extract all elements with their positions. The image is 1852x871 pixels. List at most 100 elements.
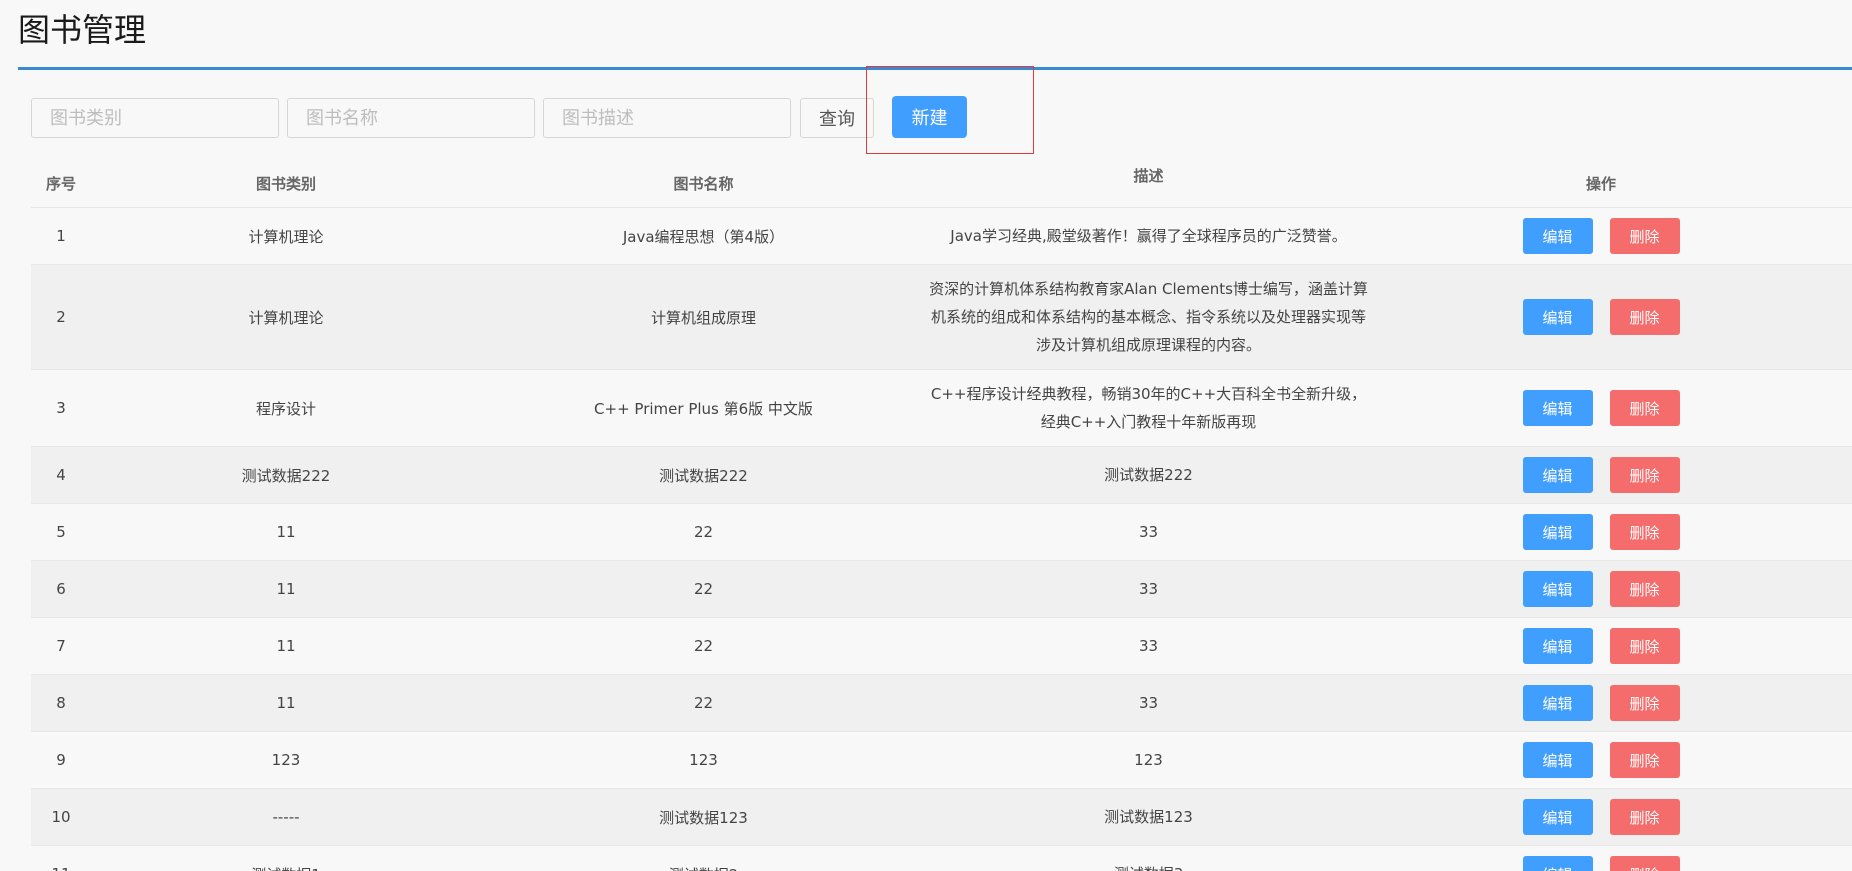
row-index: 10 [51, 808, 71, 826]
row-name: 22 [693, 694, 714, 712]
header-description: 描述 [1133, 167, 1164, 185]
row-actions: 编辑删除 [1371, 675, 1831, 731]
row-description: 测试数据123 [1104, 808, 1193, 826]
row-actions: 编辑删除 [1371, 732, 1831, 788]
edit-button[interactable]: 编辑 [1522, 457, 1593, 493]
delete-button[interactable]: 删除 [1609, 628, 1680, 664]
delete-button[interactable]: 删除 [1609, 856, 1680, 871]
row-description: 测试数据3 [926, 846, 1371, 871]
row-category: 测试数据222 [241, 466, 331, 485]
category-filter-input[interactable] [31, 98, 279, 138]
edit-button[interactable]: 编辑 [1522, 685, 1593, 721]
table-row: 5 11 22 33 编辑 删除 [31, 504, 1852, 561]
row-actions: 编辑删除 [1371, 370, 1831, 446]
edit-button[interactable]: 编辑 [1522, 514, 1593, 550]
row-category: 程序设计 [255, 399, 316, 418]
row-description: 33 [1138, 523, 1159, 541]
delete-button[interactable]: 删除 [1609, 514, 1680, 550]
row-description: 33 [1138, 694, 1159, 712]
row-actions: 编辑删除 [1371, 618, 1831, 674]
row-description: 123 [1134, 751, 1163, 769]
row-name: 123 [689, 751, 718, 769]
header-name: 图书名称 [673, 175, 734, 193]
header-actions: 操作 [1585, 175, 1616, 193]
delete-button[interactable]: 删除 [1609, 742, 1680, 778]
edit-button[interactable]: 编辑 [1522, 742, 1593, 778]
row-index: 7 [56, 637, 66, 655]
row-description: 资深的计算机体系结构教育家Alan Clements博士编写，涵盖计算机系统的组… [929, 280, 1368, 354]
header-category: 图书类别 [255, 175, 316, 193]
row-description: Java学习经典,殿堂级著作！赢得了全球程序员的广泛赞誉。 [950, 227, 1347, 245]
table-row: 8 11 22 33 编辑 删除 [31, 675, 1852, 732]
row-name: C++ Primer Plus 第6版 中文版 [594, 399, 813, 418]
edit-button[interactable]: 编辑 [1522, 856, 1593, 871]
row-name: 测试数据2 [481, 846, 926, 871]
row-actions: 编辑删除 [1371, 561, 1831, 617]
row-actions: 编辑删除 [1371, 789, 1831, 845]
row-index: 9 [56, 751, 66, 769]
query-button[interactable]: 查询 [800, 98, 874, 138]
table-row: 11测试数据1测试数据2测试数据3 编辑 删除 [31, 846, 1852, 871]
edit-button[interactable]: 编辑 [1522, 799, 1593, 835]
row-name: 计算机组成原理 [650, 308, 756, 327]
book-table: 序号 图书类别 图书名称 描述 操作 1 计算机理论 Java编程思想（第4版） Ja… [31, 162, 1852, 871]
row-name: 测试数据123 [659, 808, 748, 827]
row-category: 测试数据1 [91, 846, 481, 871]
row-actions: 编辑删除 [1371, 265, 1831, 369]
delete-button[interactable]: 删除 [1609, 571, 1680, 607]
table-row: 1 计算机理论 Java编程思想（第4版） Java学习经典,殿堂级著作！赢得了全球程… [31, 208, 1852, 265]
row-category: 123 [271, 751, 301, 769]
edit-button[interactable]: 编辑 [1522, 628, 1593, 664]
delete-button[interactable]: 删除 [1609, 218, 1680, 254]
table-row: 9 123 123 123 编辑 删除 [31, 732, 1852, 789]
title-divider [18, 67, 1852, 70]
row-category: 计算机理论 [248, 227, 324, 246]
row-category: 11 [276, 580, 296, 598]
row-name: 22 [693, 637, 714, 655]
header-index: 序号 [45, 175, 76, 193]
name-filter-input[interactable] [287, 98, 535, 138]
edit-button[interactable]: 编辑 [1522, 390, 1593, 426]
table-row: 2 计算机理论 计算机组成原理 资深的计算机体系结构教育家Alan Clements博… [31, 265, 1852, 370]
table-row: 10 ----- 测试数据123 测试数据123 编辑 删除 [31, 789, 1852, 846]
new-book-button[interactable]: 新建 [892, 96, 967, 138]
delete-button[interactable]: 删除 [1609, 685, 1680, 721]
table-body: 1 计算机理论 Java编程思想（第4版） Java学习经典,殿堂级著作！赢得了全球程… [31, 208, 1852, 871]
row-category: 计算机理论 [248, 308, 324, 327]
row-index: 11 [31, 846, 91, 871]
edit-button[interactable]: 编辑 [1522, 299, 1593, 335]
book-management-page: 图书管理 查询 新建 序号 图书类别 图书名称 描述 操作 1 计算机理论 Java… [0, 0, 1852, 871]
row-name: 22 [693, 523, 714, 541]
row-index: 5 [56, 523, 66, 541]
row-description: 33 [1138, 637, 1159, 655]
row-category: 11 [276, 694, 296, 712]
row-category: 11 [276, 523, 296, 541]
delete-button[interactable]: 删除 [1609, 457, 1680, 493]
row-category: ----- [272, 808, 300, 826]
row-name: 测试数据222 [659, 466, 748, 485]
table-header: 序号 图书类别 图书名称 描述 操作 [31, 162, 1852, 208]
delete-button[interactable]: 删除 [1609, 299, 1680, 335]
description-filter-input[interactable] [543, 98, 791, 138]
table-row: 6 11 22 33 编辑 删除 [31, 561, 1852, 618]
delete-button[interactable]: 删除 [1609, 799, 1680, 835]
table-row: 7 11 22 33 编辑 删除 [31, 618, 1852, 675]
row-description: 测试数据222 [1104, 466, 1193, 484]
table-row: 4 测试数据222 测试数据222 测试数据222 编辑 删除 [31, 447, 1852, 504]
row-actions: 编辑 删除 [1371, 846, 1831, 871]
row-description: C++程序设计经典教程，畅销30年的C++大百科全书全新升级，经典C++入门教程… [930, 385, 1367, 431]
row-index: 8 [56, 694, 66, 712]
row-index: 1 [56, 227, 66, 245]
row-actions: 编辑删除 [1371, 208, 1831, 264]
row-description: 33 [1138, 580, 1159, 598]
delete-button[interactable]: 删除 [1609, 390, 1680, 426]
row-index: 3 [56, 399, 66, 417]
row-name: 22 [693, 580, 714, 598]
row-index: 2 [56, 308, 66, 326]
edit-button[interactable]: 编辑 [1522, 571, 1593, 607]
row-index: 4 [56, 466, 66, 484]
edit-button[interactable]: 编辑 [1522, 218, 1593, 254]
row-actions: 编辑删除 [1371, 447, 1831, 503]
page-title: 图书管理 [18, 11, 147, 49]
row-index: 6 [56, 580, 66, 598]
